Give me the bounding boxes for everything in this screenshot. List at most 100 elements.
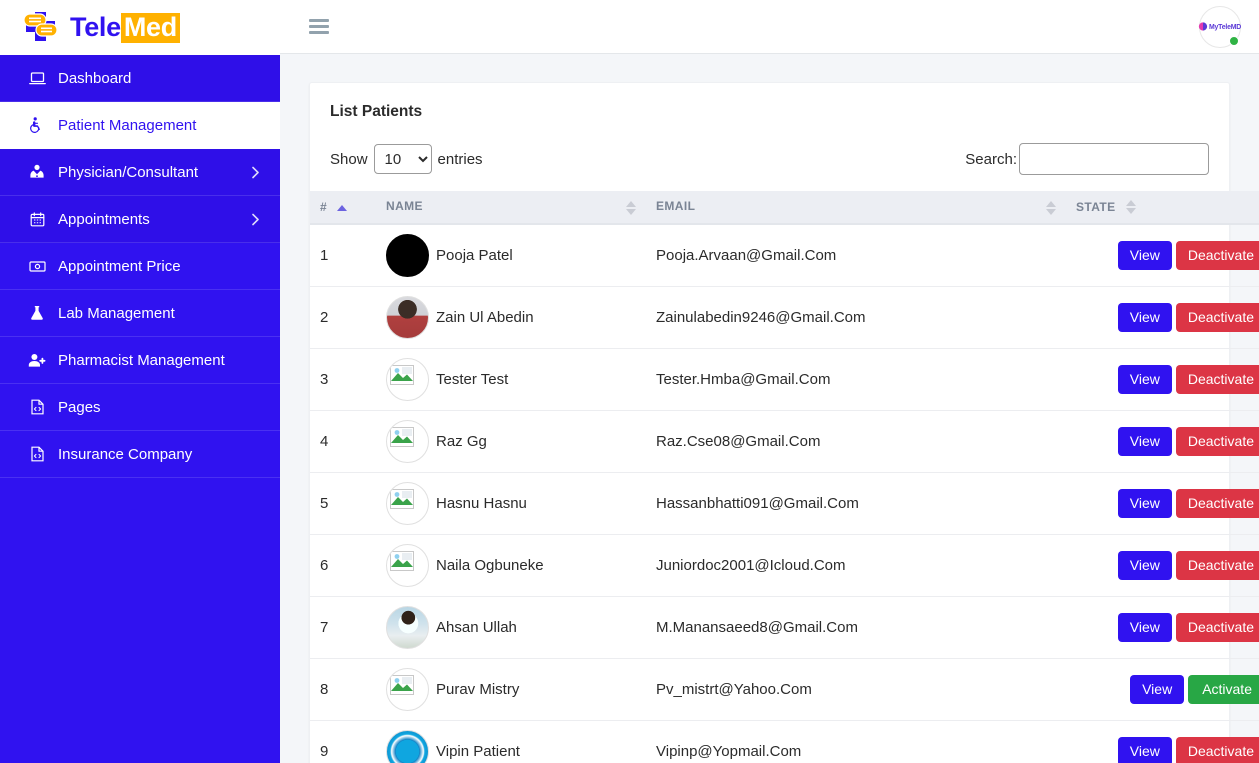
- search-control: Search:: [965, 143, 1209, 175]
- row-name-cell: Zain Ul Abedin: [376, 286, 646, 349]
- patient-avatar: [386, 729, 429, 763]
- medical-cross-chat-logo-icon: [22, 10, 64, 46]
- deactivate-button[interactable]: Deactivate: [1175, 240, 1259, 270]
- sort-icon: [626, 201, 636, 215]
- column-header-num[interactable]: #: [310, 191, 376, 225]
- patient-avatar: [386, 233, 429, 277]
- patients-table: # NAME EMAIL STATE 1 Pooja Patel Pooja.A…: [310, 191, 1259, 763]
- patient-name: Tester Test: [436, 370, 509, 388]
- view-button[interactable]: View: [1117, 736, 1172, 763]
- brand-header: Tele Med: [0, 0, 280, 55]
- view-button[interactable]: View: [1130, 674, 1185, 704]
- view-button[interactable]: View: [1117, 612, 1172, 642]
- row-index: 6: [310, 534, 376, 597]
- chevron-right-icon: [251, 213, 260, 226]
- patient-email: Pv_mistrt@Yahoo.Com: [646, 658, 1066, 721]
- user-doctor-icon: [22, 164, 52, 180]
- row-actions: View Deactivate: [1066, 348, 1259, 411]
- avatar[interactable]: MyTeleMD: [1198, 5, 1242, 48]
- entries-per-page-select[interactable]: 10 25 50 100: [373, 144, 432, 174]
- patient-name: Vipin Patient: [436, 742, 520, 760]
- view-button[interactable]: View: [1117, 364, 1172, 394]
- brand-title-tele: Tele: [70, 12, 121, 42]
- laptop-icon: [22, 71, 52, 86]
- entries-length-control: Show 10 25 50 100 entries: [330, 144, 483, 174]
- patient-avatar: [386, 419, 429, 463]
- row-actions: View Deactivate: [1066, 720, 1259, 763]
- money-bill-icon: [22, 260, 52, 273]
- view-button[interactable]: View: [1117, 302, 1172, 332]
- hamburger-menu-icon[interactable]: [309, 19, 329, 34]
- patient-avatar: [386, 605, 429, 649]
- deactivate-button[interactable]: Deactivate: [1175, 736, 1259, 763]
- table-row: 9 Vipin Patient Vipinp@Yopmail.Com View Deac…: [310, 720, 1259, 763]
- view-button[interactable]: View: [1117, 488, 1172, 518]
- sort-icon: [1126, 200, 1137, 215]
- table-row: 2 Zain Ul Abedin Zainulabedin9246@Gmail.Co…: [310, 286, 1259, 349]
- deactivate-button[interactable]: Deactivate: [1175, 612, 1259, 642]
- column-header-label: STATE: [1076, 199, 1116, 214]
- search-label: Search:: [965, 150, 1017, 168]
- deactivate-button[interactable]: Deactivate: [1175, 426, 1259, 456]
- row-actions: View Activate: [1066, 658, 1259, 721]
- file-code-icon: [22, 399, 52, 415]
- sort-icon: [1046, 201, 1056, 215]
- sidebar-item-physician-consultant[interactable]: Physician/Consultant: [0, 149, 280, 196]
- sidebar-item-appointment-price[interactable]: Appointment Price: [0, 243, 280, 290]
- deactivate-button[interactable]: Deactivate: [1175, 302, 1259, 332]
- column-header-label: NAME: [386, 199, 423, 213]
- brand-title: Tele Med: [70, 12, 180, 43]
- patient-avatar: [386, 295, 429, 339]
- row-actions: View Deactivate: [1066, 596, 1259, 659]
- sidebar-item-patient-management[interactable]: Patient Management: [0, 102, 280, 149]
- table-body: 1 Pooja Patel Pooja.Arvaan@Gmail.Com View De…: [310, 224, 1259, 763]
- column-header-name[interactable]: NAME: [376, 191, 646, 225]
- avatar-label: MyTeleMD: [1208, 22, 1242, 31]
- deactivate-button[interactable]: Deactivate: [1175, 488, 1259, 518]
- table-row: 8 Purav Mistry Pv_mistrt@Yahoo.Com View Acti…: [310, 658, 1259, 721]
- sidebar-item-dashboard[interactable]: Dashboard: [0, 55, 280, 102]
- row-index: 3: [310, 348, 376, 411]
- sidebar-item-label: Appointments: [58, 210, 150, 228]
- sidebar-item-label: Pharmacist Management: [58, 351, 225, 369]
- table-head: # NAME EMAIL STATE: [310, 191, 1259, 225]
- wheelchair-icon: [22, 117, 52, 133]
- sidebar: Tele Med Dashboard Patient Management Ph…: [0, 0, 280, 763]
- topbar-right: MyTeleMD: [1198, 5, 1242, 48]
- sidebar-nav: Dashboard Patient Management Physician/C…: [0, 55, 280, 478]
- deactivate-button[interactable]: Deactivate: [1175, 550, 1259, 580]
- sidebar-item-label: Appointment Price: [58, 257, 181, 275]
- sidebar-item-pharmacist-management[interactable]: Pharmacist Management: [0, 337, 280, 384]
- activate-button[interactable]: Activate: [1188, 674, 1259, 704]
- patient-avatar: [386, 543, 429, 587]
- column-header-state[interactable]: STATE: [1066, 191, 1259, 225]
- row-name-cell: Pooja Patel: [376, 224, 646, 287]
- avatar-dot-icon: [1198, 22, 1208, 31]
- sidebar-item-pages[interactable]: Pages: [0, 384, 280, 431]
- brand-logo[interactable]: Tele Med: [22, 10, 180, 46]
- patient-email: Tester.Hmba@Gmail.Com: [646, 348, 1066, 411]
- table-row: 3 Tester Test Tester.Hmba@Gmail.Com View Dea…: [310, 348, 1259, 411]
- sidebar-item-appointments[interactable]: Appointments: [0, 196, 280, 243]
- column-header-label: EMAIL: [656, 199, 696, 213]
- row-actions: View Deactivate: [1066, 286, 1259, 349]
- file-code-icon: [22, 446, 52, 462]
- patient-email: Pooja.Arvaan@Gmail.Com: [646, 224, 1066, 287]
- entries-label: entries: [437, 150, 483, 168]
- table-controls: Show 10 25 50 100 entries Search:: [310, 143, 1229, 175]
- view-button[interactable]: View: [1117, 550, 1172, 580]
- column-header-email[interactable]: EMAIL: [646, 191, 1066, 225]
- hamburger-bar: [309, 19, 329, 22]
- row-index: 7: [310, 596, 376, 659]
- row-index: 8: [310, 658, 376, 721]
- deactivate-button[interactable]: Deactivate: [1175, 364, 1259, 394]
- row-index: 9: [310, 720, 376, 763]
- view-button[interactable]: View: [1117, 426, 1172, 456]
- sidebar-item-label: Pages: [58, 398, 101, 416]
- view-button[interactable]: View: [1117, 240, 1172, 270]
- sidebar-item-insurance-company[interactable]: Insurance Company: [0, 431, 280, 478]
- patient-email: Juniordoc2001@Icloud.Com: [646, 534, 1066, 597]
- brand-title-med: Med: [120, 12, 180, 43]
- sidebar-item-lab-management[interactable]: Lab Management: [0, 290, 280, 337]
- search-input[interactable]: [1019, 143, 1209, 175]
